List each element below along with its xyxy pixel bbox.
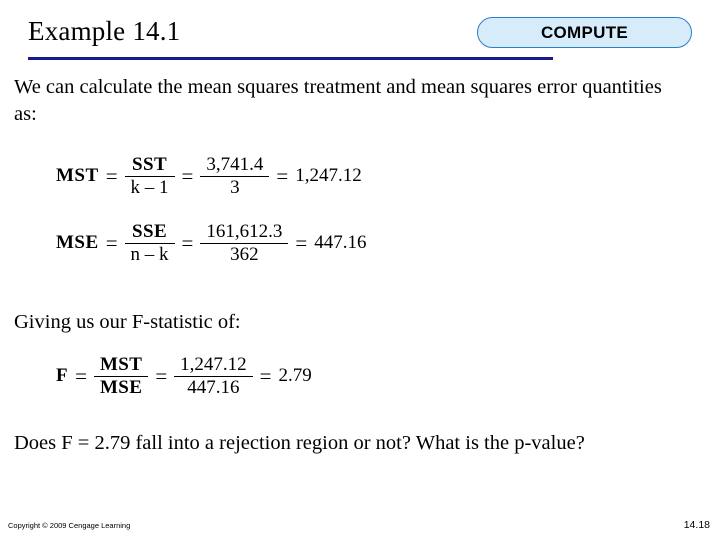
equation-f-lhs: F xyxy=(56,365,69,387)
equation-mse-fraction-1: SSE n – k xyxy=(124,221,175,265)
equation-f-numerator-1: MST xyxy=(99,354,143,375)
page-title: Example 14.1 xyxy=(28,16,181,46)
equation-mse-denominator-1: n – k xyxy=(124,242,175,265)
equation-mst-denominator-2: 3 xyxy=(200,175,270,198)
equation-f-fraction-2: 1,247.12 447.16 xyxy=(174,355,253,398)
equation-mst-lhs: MST xyxy=(56,165,99,187)
compute-badge: COMPUTE xyxy=(477,17,692,48)
giving-paragraph: Giving us our F-statistic of: xyxy=(14,311,241,333)
intro-paragraph: We can calculate the mean squares treatm… xyxy=(14,76,662,125)
equation-mse-result: 447.16 xyxy=(314,232,367,254)
equation-mse-numerator-2: 161,612.3 xyxy=(206,221,283,242)
equation-mse-equals-3: = xyxy=(295,230,308,255)
equation-mst: MST = SST k – 1 = 3,741.4 3 = 1,247.12 xyxy=(56,155,362,198)
equation-mst-fraction-1: SST k – 1 xyxy=(124,154,175,198)
equation-mst-numerator-2: 3,741.4 xyxy=(206,154,264,175)
equation-f: F = MST MSE = 1,247.12 447.16 = 2.79 xyxy=(56,355,312,398)
equation-f-numerator-2: 1,247.12 xyxy=(180,354,247,375)
equation-mse-numerator-1: SSE xyxy=(132,221,168,242)
equation-mse-lhs: MSE xyxy=(56,232,99,254)
equation-f-denominator-1: MSE xyxy=(93,375,149,398)
equation-mst-fraction-2: 3,741.4 3 xyxy=(200,154,270,198)
equation-mse-equals-1: = xyxy=(105,230,118,255)
equation-f-fraction-1: MST MSE xyxy=(93,354,149,398)
equation-mst-equals-2: = xyxy=(181,163,194,188)
equation-mse: MSE = SSE n – k = 161,612.3 362 = 447.16 xyxy=(56,222,366,265)
equation-f-result: 2.79 xyxy=(278,365,312,387)
equation-f-denominator-2: 447.16 xyxy=(174,375,253,398)
equation-mse-fraction-2: 161,612.3 362 xyxy=(200,221,289,265)
equation-f-equals-2: = xyxy=(155,363,168,388)
equation-mst-equals-3: = xyxy=(276,163,289,188)
copyright-notice: Copyright © 2009 Cengage Learning xyxy=(8,521,131,530)
equation-f-equals-1: = xyxy=(75,363,87,388)
equation-mse-equals-2: = xyxy=(181,230,194,255)
page-number: 14.18 xyxy=(683,519,710,531)
equation-mse-denominator-2: 362 xyxy=(200,242,289,265)
equation-mst-numerator-1: SST xyxy=(132,154,168,175)
equation-f-equals-3: = xyxy=(259,363,272,388)
title-underline xyxy=(28,57,553,60)
compute-badge-label: COMPUTE xyxy=(540,22,629,42)
equation-mst-denominator-1: k – 1 xyxy=(124,175,175,198)
equation-mst-result: 1,247.12 xyxy=(295,165,362,187)
equation-mst-equals-1: = xyxy=(105,163,118,188)
question-paragraph: Does F = 2.79 fall into a rejection regi… xyxy=(14,432,585,454)
slide: Example 14.1 COMPUTE We can calculate th… xyxy=(0,0,720,540)
